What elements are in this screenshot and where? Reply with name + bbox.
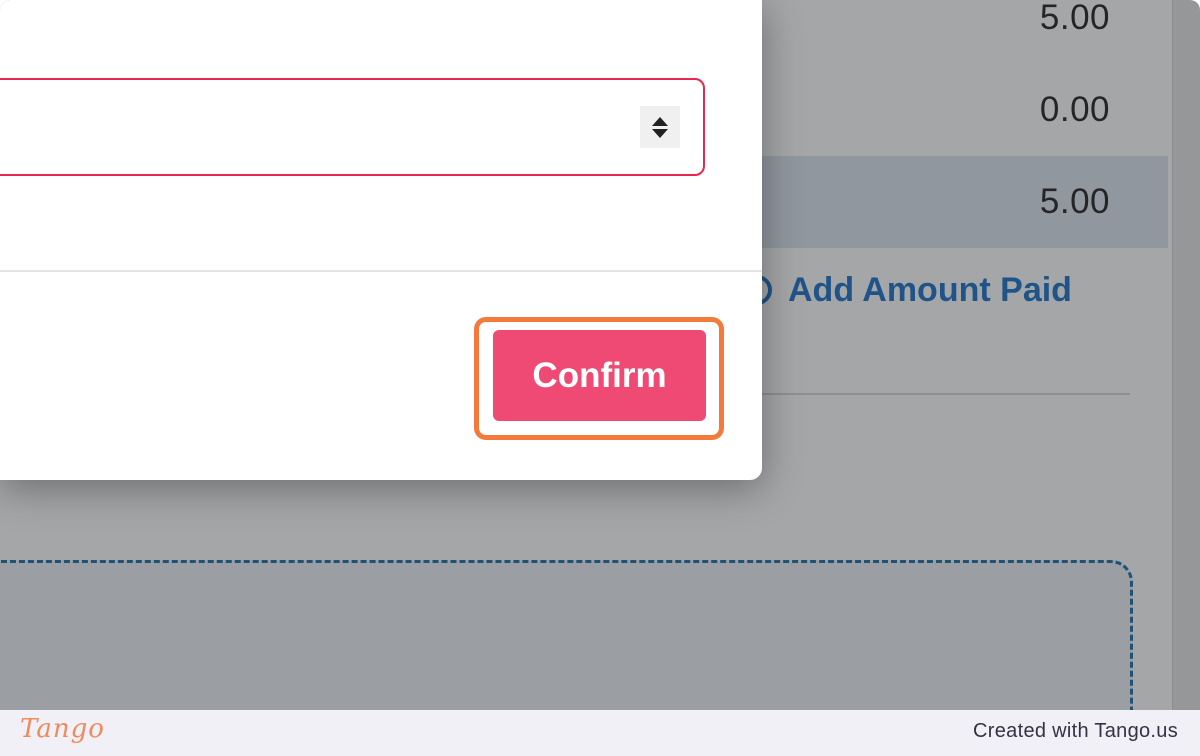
tango-footer: Tango Created with Tango.us [0,710,1200,756]
screen: 5.00 0.00 5.00 Add Amount Paid Confirm [0,0,1200,710]
modal-footer-divider [0,270,762,272]
tango-logo[interactable]: Tango [20,714,105,744]
number-spinner-icon[interactable] [640,106,680,148]
number-input[interactable] [0,78,705,176]
confirm-button[interactable]: Confirm [493,330,706,421]
spinner-down-icon[interactable] [652,128,668,138]
created-with-credit[interactable]: Created with Tango.us [973,720,1178,743]
modal-dialog: Confirm [0,0,762,480]
spinner-up-icon[interactable] [652,116,668,126]
